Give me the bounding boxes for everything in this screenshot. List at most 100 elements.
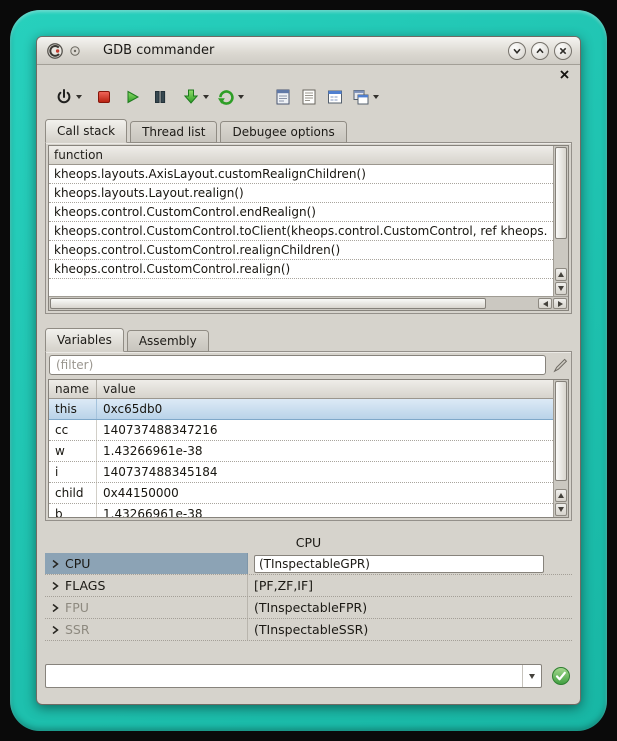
variables-view: name value this 0xc65db0 cc 140737488347…	[48, 379, 569, 518]
power-button[interactable]	[53, 84, 84, 110]
callstack-row[interactable]: kheops.control.CustomControl.realignChil…	[49, 241, 553, 260]
step-into-icon	[182, 88, 200, 106]
variable-row[interactable]: b 1.43266961e-38	[49, 504, 553, 517]
source-doc-button[interactable]	[272, 84, 294, 110]
step-over-button[interactable]	[215, 84, 246, 110]
stop-button[interactable]	[94, 84, 114, 110]
scroll-down-button[interactable]	[555, 282, 567, 295]
maximize-button[interactable]	[531, 42, 549, 60]
callstack-row[interactable]: kheops.layouts.AxisLayout.customRealignC…	[49, 165, 553, 184]
call-stack-panel: function kheops.layouts.AxisLayout.custo…	[45, 142, 572, 314]
dock-close-button[interactable]	[559, 69, 570, 80]
tab-call-stack[interactable]: Call stack	[45, 119, 127, 143]
check-circle-icon	[550, 665, 572, 687]
callstack-vertical-scrollbar[interactable]	[553, 146, 568, 296]
scroll-up-button[interactable]	[555, 489, 567, 502]
variable-row[interactable]: w 1.43266961e-38	[49, 441, 553, 462]
scroll-left-button[interactable]	[538, 298, 552, 309]
filter-pen-icon[interactable]	[551, 357, 568, 374]
arrow-up-icon	[558, 493, 564, 498]
variable-row[interactable]: this 0xc65db0	[49, 399, 553, 420]
gdb-commander-window: GDB commander	[36, 36, 581, 705]
scroll-up-button[interactable]	[555, 268, 567, 281]
arrow-left-icon	[543, 301, 548, 307]
variable-row[interactable]: cc 140737488347216	[49, 420, 553, 441]
minimize-button[interactable]	[508, 42, 526, 60]
cpu-row[interactable]: SSR (TInspectableSSR)	[45, 619, 572, 641]
filter-input[interactable]	[49, 355, 546, 375]
expander-chevron-icon[interactable]	[50, 580, 60, 592]
arrow-down-icon	[558, 507, 564, 512]
variables-column-name[interactable]: name	[49, 380, 97, 398]
arrow-right-icon	[558, 301, 563, 307]
callstack-row[interactable]: kheops.layouts.Layout.realign()	[49, 184, 553, 203]
cpu-inspector: CPU (TInspectableGPR) FLAGS [PF,ZF,IF] F	[45, 553, 572, 641]
debug-windows-button[interactable]	[350, 84, 381, 110]
app-badge-icon	[69, 45, 81, 57]
dock-close-x-icon	[559, 69, 570, 80]
scrollbar-thumb[interactable]	[555, 147, 567, 239]
source-doc-icon	[274, 88, 292, 106]
list-doc-button[interactable]	[298, 84, 320, 110]
titlebar[interactable]: GDB commander	[37, 37, 580, 65]
tab-assembly[interactable]: Assembly	[127, 330, 209, 352]
variables-panel: name value this 0xc65db0 cc 140737488347…	[45, 351, 572, 521]
debug-windows-icon	[352, 88, 370, 106]
expander-chevron-icon[interactable]	[50, 624, 60, 636]
scrollbar-thumb[interactable]	[50, 298, 486, 309]
arrow-down-icon	[558, 286, 564, 291]
top-tab-bar: Call stack Thread list Debugee options	[45, 119, 572, 143]
run-button[interactable]	[122, 84, 142, 110]
close-x-icon	[558, 46, 568, 56]
app-icon	[45, 41, 65, 61]
memory-window-button[interactable]	[324, 84, 346, 110]
arrow-up-icon	[558, 272, 564, 277]
command-bar	[45, 663, 572, 689]
send-command-button[interactable]	[550, 665, 572, 687]
scroll-down-button[interactable]	[555, 503, 567, 516]
dock-header	[37, 65, 580, 81]
cpu-row[interactable]: FPU (TInspectableFPR)	[45, 597, 572, 619]
debug-toolbar	[37, 81, 580, 113]
cpu-value-editor[interactable]: (TInspectableGPR)	[254, 555, 544, 573]
stop-icon	[96, 89, 112, 105]
tab-variables[interactable]: Variables	[45, 328, 124, 352]
tab-thread-list[interactable]: Thread list	[130, 121, 217, 143]
callstack-column-header[interactable]: function	[49, 146, 553, 165]
step-over-icon	[217, 88, 235, 106]
command-combobox[interactable]	[45, 664, 542, 688]
decorative-frame: GDB commander	[10, 10, 607, 731]
middle-tab-bar: Variables Assembly	[45, 328, 572, 352]
callstack-horizontal-scrollbar[interactable]	[49, 296, 568, 310]
variable-row[interactable]: i 140737488345184	[49, 462, 553, 483]
pause-icon	[152, 89, 168, 105]
chevron-down-icon	[512, 46, 522, 56]
close-button[interactable]	[554, 42, 572, 60]
command-input[interactable]	[46, 665, 522, 687]
step-into-button[interactable]	[180, 84, 211, 110]
dropdown-arrow-icon	[373, 95, 379, 99]
run-icon	[124, 89, 140, 105]
variables-vertical-scrollbar[interactable]	[553, 380, 568, 517]
cpu-row[interactable]: CPU (TInspectableGPR)	[45, 553, 572, 575]
combobox-drop-button[interactable]	[522, 665, 541, 687]
scroll-right-button[interactable]	[553, 298, 567, 309]
pause-button[interactable]	[150, 84, 170, 110]
cpu-row[interactable]: FLAGS [PF,ZF,IF]	[45, 575, 572, 597]
variable-row[interactable]: child 0x44150000	[49, 483, 553, 504]
power-icon	[55, 88, 73, 106]
cpu-panel-title: CPU	[37, 533, 580, 553]
variables-column-value[interactable]: value	[97, 382, 553, 396]
dropdown-arrow-icon	[76, 95, 82, 99]
expander-chevron-icon[interactable]	[50, 602, 60, 614]
dropdown-arrow-icon	[529, 674, 535, 679]
expander-chevron-icon[interactable]	[50, 558, 60, 570]
call-stack-view: function kheops.layouts.AxisLayout.custo…	[48, 145, 569, 311]
dropdown-arrow-icon	[203, 95, 209, 99]
tab-debugee-options[interactable]: Debugee options	[220, 121, 346, 143]
callstack-row[interactable]: kheops.control.CustomControl.realign()	[49, 260, 553, 279]
dropdown-arrow-icon	[238, 95, 244, 99]
scrollbar-thumb[interactable]	[555, 381, 567, 481]
callstack-row[interactable]: kheops.control.CustomControl.toClient(kh…	[49, 222, 553, 241]
callstack-row[interactable]: kheops.control.CustomControl.endRealign(…	[49, 203, 553, 222]
